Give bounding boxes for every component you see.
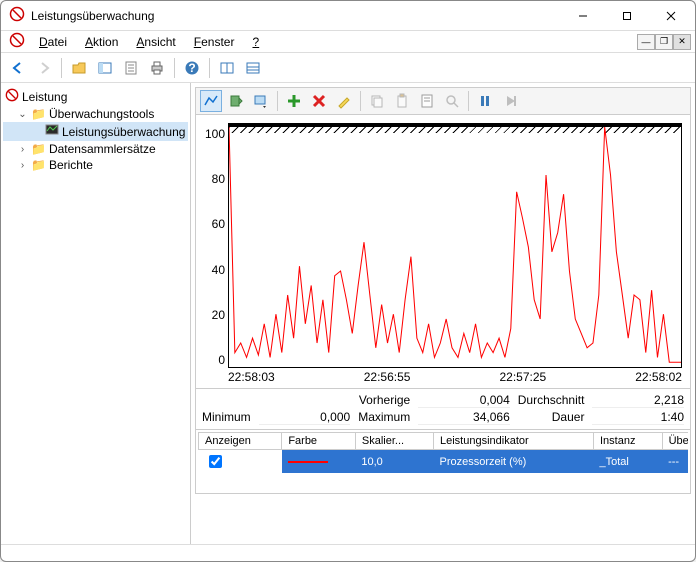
tree-tools-label: Überwachungstools <box>49 107 154 121</box>
durchschnitt-value: 2,218 <box>592 393 684 408</box>
expand-icon[interactable]: › <box>17 144 28 155</box>
chart-svg <box>229 127 681 367</box>
maximize-button[interactable] <box>605 2 649 30</box>
app-window: Leistungsüberwachung DateiAktionAnsichtF… <box>0 0 696 562</box>
content-pane: 100806040200 22:58:0322:56:5522:57:2522:… <box>191 83 695 544</box>
navigation-tree[interactable]: Leistung ⌄ 📁 Überwachungstools Leistungs… <box>1 83 191 544</box>
color-swatch <box>288 461 328 463</box>
maximum-value: 34,066 <box>418 410 510 425</box>
tree-reports[interactable]: › 📁 Berichte <box>3 157 188 173</box>
tree-tools[interactable]: ⌄ 📁 Überwachungstools <box>3 106 188 122</box>
counter-instance: _Total <box>593 450 662 474</box>
menu-fenster[interactable]: Fenster <box>186 33 243 51</box>
x-axis-ticks: 22:58:0322:56:5522:57:2522:58:02 <box>228 370 682 384</box>
counter-scale: 10,0 <box>355 450 433 474</box>
properties-button[interactable] <box>120 57 142 79</box>
menu-datei[interactable]: Datei <box>31 33 75 51</box>
menu-aktion[interactable]: Aktion <box>77 33 126 51</box>
tree-root-label: Leistung <box>22 90 67 104</box>
help-icon[interactable]: ? <box>181 57 203 79</box>
window-title: Leistungsüberwachung <box>31 9 561 23</box>
col-farbe[interactable]: Farbe <box>282 433 356 450</box>
menu-ansicht[interactable]: Ansicht <box>128 33 183 51</box>
folder-icon: 📁 <box>31 158 46 172</box>
tree-datacoll[interactable]: › 📁 Datensammlersätze <box>3 141 188 157</box>
menu-help[interactable]: ? <box>244 33 267 51</box>
freeze-button[interactable] <box>474 90 496 112</box>
stats-panel: Vorherige 0,004 Durchschnitt 2,218 Minim… <box>195 389 691 430</box>
folder-icon: 📁 <box>31 107 46 121</box>
counter-show-checkbox[interactable] <box>209 455 222 468</box>
app-icon-small <box>7 30 29 53</box>
properties-button[interactable] <box>416 90 438 112</box>
col-instanz[interactable]: Instanz <box>593 433 662 450</box>
col-indikator[interactable]: Leistungsindikator <box>433 433 593 450</box>
paste-button[interactable] <box>391 90 413 112</box>
counter-row[interactable]: 10,0Prozessorzeit (%)_Total--- <box>199 450 689 474</box>
print-icon[interactable] <box>146 57 168 79</box>
zoom-button[interactable] <box>441 90 463 112</box>
mdi-restore-button[interactable]: ❐ <box>655 34 673 50</box>
monitor-icon <box>45 123 59 140</box>
tree-datacoll-label: Datensammlersätze <box>49 142 156 156</box>
counter-indicator: Prozessorzeit (%) <box>433 450 593 474</box>
app-icon <box>9 6 25 25</box>
expand-icon[interactable]: › <box>17 160 28 171</box>
chart-toolbar <box>195 87 691 115</box>
folder-icon: 📁 <box>31 142 46 156</box>
durchschnitt-label: Durchschnitt <box>518 393 585 408</box>
col-ueber[interactable]: Übergeor... <box>662 433 688 450</box>
tree-root[interactable]: Leistung <box>3 87 188 106</box>
titlebar: Leistungsüberwachung <box>1 1 695 31</box>
chart-area: 100806040200 22:58:0322:56:5522:57:2522:… <box>195 115 691 389</box>
add-counter-button[interactable] <box>283 90 305 112</box>
update-button[interactable] <box>499 90 521 112</box>
close-button[interactable] <box>649 2 693 30</box>
highlight-button[interactable] <box>333 90 355 112</box>
back-button[interactable] <box>7 57 29 79</box>
mdi-minimize-button[interactable]: — <box>637 34 655 50</box>
tree-perfmon-label: Leistungsüberwachung <box>62 125 185 139</box>
mmc-toolbar: ? <box>1 53 695 83</box>
minimize-button[interactable] <box>561 2 605 30</box>
menubar: DateiAktionAnsichtFenster? —❐✕ <box>1 31 695 53</box>
dauer-label: Dauer <box>518 410 585 425</box>
open-icon[interactable] <box>68 57 90 79</box>
dauer-value: 1:40 <box>592 410 684 425</box>
view-list-button[interactable] <box>242 57 264 79</box>
view-type-dropdown[interactable] <box>250 90 272 112</box>
copy-button[interactable] <box>366 90 388 112</box>
y-axis-ticks: 100806040200 <box>205 127 229 367</box>
minimum-label: Minimum <box>202 410 251 425</box>
minimum-value: 0,000 <box>259 410 351 425</box>
body: Leistung ⌄ 📁 Überwachungstools Leistungs… <box>1 83 695 545</box>
mdi-close-button[interactable]: ✕ <box>673 34 691 50</box>
maximum-label: Maximum <box>358 410 410 425</box>
chart-plot[interactable]: 100806040200 <box>228 123 682 368</box>
perf-icon <box>5 88 19 105</box>
view-split-button[interactable] <box>216 57 238 79</box>
collapse-icon[interactable]: ⌄ <box>17 109 28 120</box>
view-graph-button[interactable] <box>200 90 222 112</box>
vorherige-value: 0,004 <box>418 393 510 408</box>
tree-reports-label: Berichte <box>49 158 93 172</box>
counter-parent: --- <box>662 450 688 474</box>
counter-hscroll[interactable] <box>198 475 688 491</box>
delete-counter-button[interactable] <box>308 90 330 112</box>
view-log-button[interactable] <box>225 90 247 112</box>
col-skalier[interactable]: Skalier... <box>355 433 433 450</box>
tree-perfmon[interactable]: Leistungsüberwachung <box>3 122 188 141</box>
counter-list[interactable]: Anzeigen Farbe Skalier... Leistungsindik… <box>198 432 688 473</box>
show-hide-tree-button[interactable] <box>94 57 116 79</box>
statusbar <box>1 545 695 561</box>
vorherige-label: Vorherige <box>358 393 410 408</box>
forward-button[interactable] <box>33 57 55 79</box>
col-anzeigen[interactable]: Anzeigen <box>199 433 282 450</box>
svg-text:?: ? <box>188 61 195 75</box>
